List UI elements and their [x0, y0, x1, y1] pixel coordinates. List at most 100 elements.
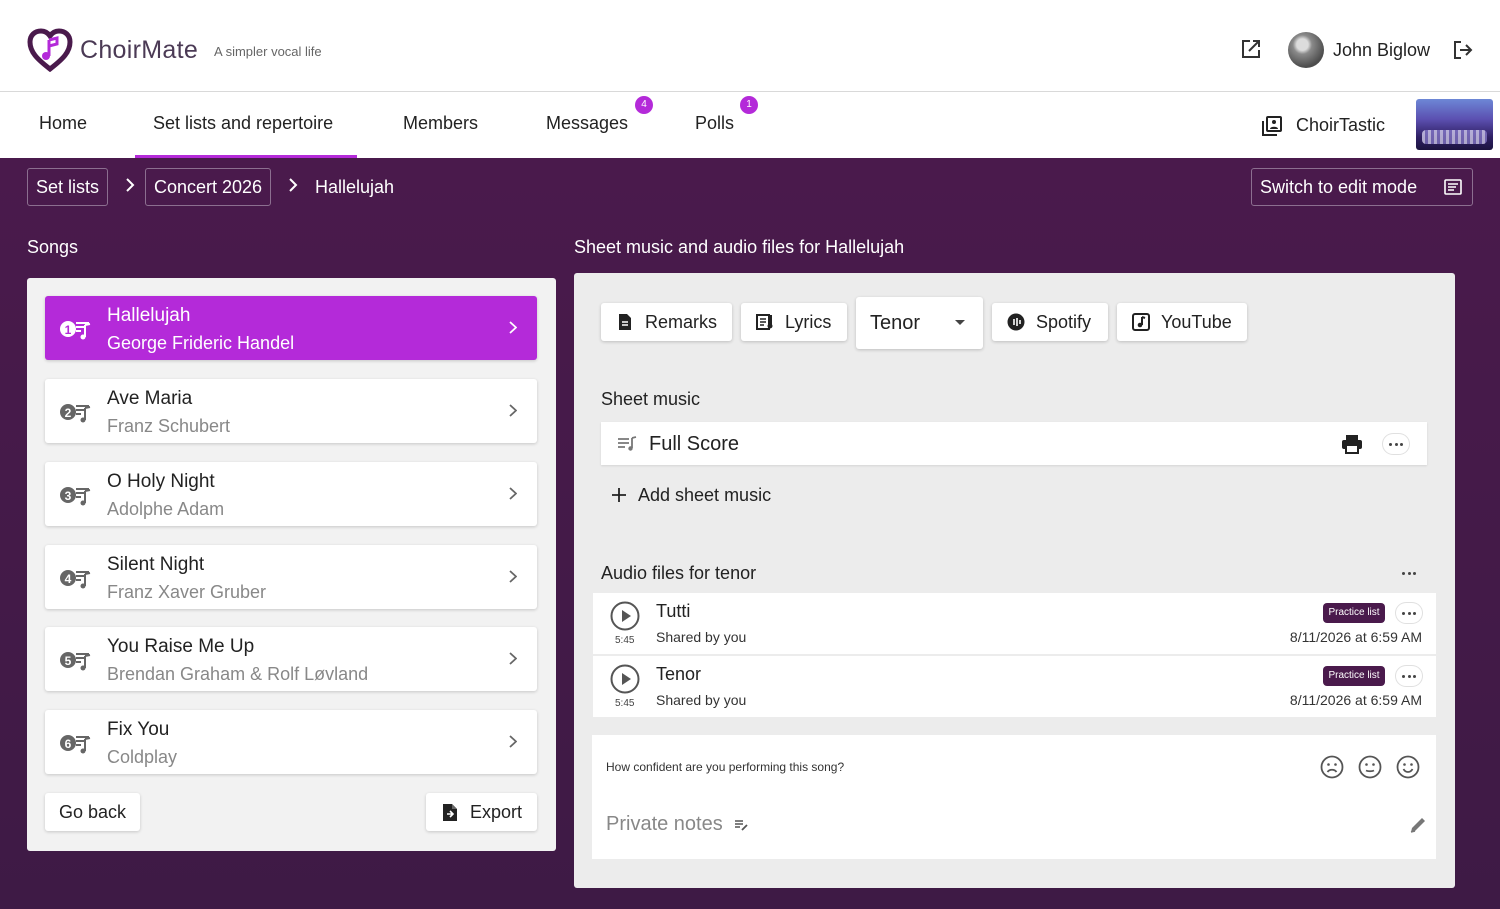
lyrics-button[interactable]: Lyrics — [741, 303, 847, 341]
audio-name: Tutti — [656, 601, 691, 621]
confidence-question: How confident are you performing this so… — [606, 760, 845, 774]
chevron-right-icon — [126, 178, 135, 192]
song-number-icon: 1 — [60, 321, 91, 340]
play-icon[interactable] — [610, 601, 640, 631]
audio-date: 8/11/2026 at 6:59 AM — [1289, 629, 1422, 645]
voice-select[interactable]: Tenor — [856, 297, 983, 349]
audio-name: Tenor — [656, 664, 702, 684]
avatar[interactable] — [1288, 32, 1324, 68]
external-link-icon[interactable] — [1240, 38, 1262, 60]
chevron-right-icon — [289, 178, 298, 192]
spotify-label: Spotify — [1036, 312, 1092, 332]
sheet-item-full-score[interactable]: Full Score — [601, 422, 1427, 465]
breadcrumb-set-lists[interactable]: Set lists — [27, 168, 109, 206]
edit-mode-icon — [1444, 179, 1462, 195]
more-icon[interactable] — [1383, 434, 1409, 454]
pencil-icon[interactable] — [1408, 815, 1428, 835]
song-item-o-holy-night[interactable]: 3 O Holy Night Adolphe Adam — [45, 462, 537, 526]
song-composer: Coldplay — [107, 747, 178, 767]
play-icon[interactable] — [610, 664, 640, 694]
spotify-button[interactable]: Spotify — [992, 303, 1108, 341]
song-item-fix-you[interactable]: 6 Fix You Coldplay — [45, 710, 537, 774]
chevron-right-icon — [509, 652, 517, 665]
switch-edit-mode-button[interactable]: Switch to edit mode — [1251, 168, 1473, 206]
remarks-button[interactable]: Remarks — [601, 303, 732, 341]
user-name[interactable]: John Biglow — [1333, 40, 1430, 61]
song-item-ave-maria[interactable]: 2 Ave Maria Franz Schubert — [45, 379, 537, 443]
more-icon[interactable] — [1396, 603, 1422, 623]
songs-title: Songs — [27, 237, 79, 257]
sad-face-icon[interactable] — [1320, 755, 1344, 779]
song-title: Hallelujah — [107, 305, 191, 326]
sheet-item-name: Full Score — [649, 433, 740, 455]
choir-image[interactable] — [1416, 99, 1493, 150]
chevron-right-icon — [509, 570, 517, 583]
choir-name[interactable]: ChoirTastic — [1296, 115, 1385, 136]
song-item-hallelujah[interactable]: 1 Hallelujah George Frideric Handel — [45, 296, 537, 360]
song-composer: Franz Schubert — [107, 416, 231, 436]
chevron-right-icon — [509, 321, 517, 334]
remarks-label: Remarks — [645, 312, 718, 332]
audio-file-row[interactable]: 5:45 Tutti Shared by you Practice list 8… — [593, 593, 1436, 654]
nav-set-lists[interactable]: Set lists and repertoire — [153, 113, 333, 134]
lyrics-label: Lyrics — [785, 312, 832, 332]
breadcrumb-current: Hallelujah — [315, 177, 395, 197]
spotify-icon — [1007, 313, 1025, 331]
practice-list-badge[interactable]: Practice list — [1323, 666, 1385, 686]
song-title: Silent Night — [107, 554, 205, 575]
audio-file-row[interactable]: 5:45 Tenor Shared by you Practice list 8… — [593, 656, 1436, 717]
heart-logo-icon[interactable] — [27, 28, 73, 72]
brand-name: ChoirMate — [80, 36, 199, 64]
song-number-icon: 3 — [60, 487, 91, 506]
song-title: Fix You — [107, 719, 170, 740]
songs-panel: 1 Hallelujah George Frideric Handel 2 Av… — [27, 278, 556, 851]
add-sheet-label: Add sheet music — [638, 485, 772, 505]
audio-duration: 5:45 — [615, 635, 635, 646]
sheet-music-title: Sheet music — [601, 389, 701, 409]
go-back-button[interactable]: Go back — [45, 793, 140, 831]
youtube-icon — [1132, 313, 1150, 331]
confidence-box: How confident are you performing this so… — [592, 735, 1436, 859]
song-number: 5 — [65, 654, 72, 668]
main-nav: Home Set lists and repertoire Members Me… — [0, 93, 1500, 158]
chevron-right-icon — [509, 735, 517, 748]
song-number-icon: 2 — [60, 404, 91, 423]
voice-select-value: Tenor — [870, 312, 921, 334]
edit-mode-label: Switch to edit mode — [1260, 177, 1418, 197]
print-icon[interactable] — [1341, 434, 1363, 454]
audio-more-icon[interactable] — [1396, 563, 1422, 583]
song-number-icon: 5 — [60, 652, 91, 671]
more-icon[interactable] — [1396, 666, 1422, 686]
song-title: O Holy Night — [107, 471, 215, 492]
nav-home[interactable]: Home — [39, 113, 87, 134]
detail-panel: Remarks Lyrics Tenor Spotify YouTube She… — [574, 273, 1455, 888]
breadcrumb-concert[interactable]: Concert 2026 — [145, 168, 272, 206]
song-number: 4 — [65, 572, 72, 586]
song-number-icon: 6 — [60, 735, 91, 754]
tagline: A simpler vocal life — [214, 44, 322, 59]
audio-shared-by: Shared by you — [656, 629, 747, 645]
library-icon[interactable] — [1261, 115, 1283, 137]
happy-face-icon[interactable] — [1396, 755, 1420, 779]
song-number: 2 — [65, 406, 72, 420]
nav-members[interactable]: Members — [403, 113, 478, 134]
logout-icon[interactable] — [1452, 39, 1474, 61]
song-item-silent-night[interactable]: 4 Silent Night Franz Xaver Gruber — [45, 545, 537, 609]
private-notes[interactable]: Private notes — [606, 813, 723, 836]
song-title: Ave Maria — [107, 388, 193, 409]
youtube-button[interactable]: YouTube — [1117, 303, 1247, 341]
nav-messages[interactable]: Messages — [546, 113, 628, 134]
neutral-face-icon[interactable] — [1358, 755, 1382, 779]
practice-list-badge[interactable]: Practice list — [1323, 603, 1385, 623]
song-item-you-raise-me-up[interactable]: 5 You Raise Me Up Brendan Graham & Rolf … — [45, 627, 537, 691]
main-content: Set lists Concert 2026 Hallelujah Switch… — [0, 158, 1500, 909]
top-header: ChoirMate A simpler vocal life John Bigl… — [0, 0, 1500, 92]
audio-files-title: Audio files for tenor — [601, 563, 757, 583]
audio-shared-by: Shared by you — [656, 692, 747, 708]
dropdown-caret-icon — [955, 320, 965, 325]
nav-polls[interactable]: Polls — [695, 113, 734, 134]
export-button[interactable]: Export — [426, 793, 537, 831]
song-number-icon: 4 — [60, 570, 91, 589]
chevron-right-icon — [509, 487, 517, 500]
messages-badge: 4 — [635, 96, 653, 114]
